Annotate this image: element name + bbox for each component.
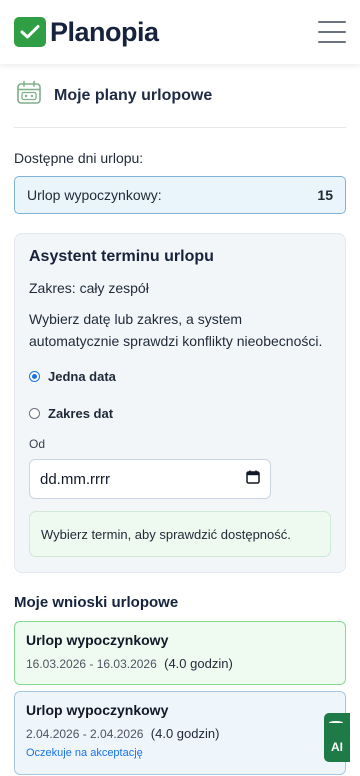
leave-request-card[interactable]: Urlop wypoczynkowy 2.04.2026 - 2.04.2026… xyxy=(14,691,346,775)
calendar-icon xyxy=(16,80,42,111)
single-date-option[interactable]: Jedna data xyxy=(29,369,331,384)
request-type: Urlop wypoczynkowy xyxy=(26,702,169,718)
date-range-radio[interactable] xyxy=(29,408,40,419)
leave-type-label: Urlop wypoczynkowy: xyxy=(27,187,162,203)
requests-title: Moje wnioski urlopowe xyxy=(14,594,179,611)
available-days-value: 15 xyxy=(317,187,333,203)
availability-hint: Wybierz termin, aby sprawdzić dostępność… xyxy=(29,511,331,557)
app-header: Planopia xyxy=(0,0,360,64)
page-header: Moje plany urlopowe xyxy=(14,64,346,128)
ai-assistant-button[interactable]: AI xyxy=(324,713,350,762)
page-title: Moje plany urlopowe xyxy=(54,86,213,104)
available-days-label: Dostępne dni urlopu: xyxy=(14,150,144,166)
request-hours: (4.0 godzin) xyxy=(150,726,220,741)
app-logo[interactable]: Planopia xyxy=(14,17,159,48)
checkmark-logo-icon xyxy=(14,17,46,47)
date-from-input[interactable]: dd.mm.rrrr xyxy=(29,459,271,499)
single-date-radio[interactable] xyxy=(29,371,40,382)
ai-button-label[interactable]: AI xyxy=(331,740,343,754)
request-hours: (4.0 godzin) xyxy=(164,656,233,671)
calendar-picker-icon[interactable] xyxy=(246,470,260,488)
available-days-box: Urlop wypoczynkowy: 15 xyxy=(14,176,346,214)
app-name: Planopia xyxy=(50,16,159,47)
main-content: Moje plany urlopowe Dostępne dni urlopu:… xyxy=(0,64,360,775)
request-dates: 2.04.2026 - 2.04.2026 xyxy=(26,727,144,741)
assistant-scope: Zakres: cały zespół xyxy=(29,280,149,296)
request-dates: 16.03.2026 - 16.03.2026 xyxy=(26,657,157,671)
hamburger-menu-icon[interactable] xyxy=(318,21,346,43)
single-date-label[interactable]: Jedna data xyxy=(48,369,116,384)
request-status: Oczekuje na akceptację xyxy=(26,747,143,759)
date-placeholder: dd.mm.rrrr xyxy=(40,470,110,488)
date-range-label[interactable]: Zakres dat xyxy=(48,406,113,421)
leave-assistant-panel: Asystent terminu urlopu Zakres: cały zes… xyxy=(14,233,346,573)
assistant-title: Asystent terminu urlopu xyxy=(29,248,214,265)
request-type: Urlop wypoczynkowy xyxy=(26,632,169,648)
assistant-description: Wybierz datę lub zakres, a system automa… xyxy=(29,311,323,349)
date-from-label: Od xyxy=(29,437,46,451)
ai-wave-icon xyxy=(329,721,343,724)
request-dates-row: 16.03.2026 - 16.03.2026 (4.0 godzin) xyxy=(26,656,334,671)
request-dates-row: 2.04.2026 - 2.04.2026 (4.0 godzin) xyxy=(26,726,334,741)
date-range-option[interactable]: Zakres dat xyxy=(29,406,331,421)
leave-request-card[interactable]: Urlop wypoczynkowy 16.03.2026 - 16.03.20… xyxy=(14,621,346,685)
